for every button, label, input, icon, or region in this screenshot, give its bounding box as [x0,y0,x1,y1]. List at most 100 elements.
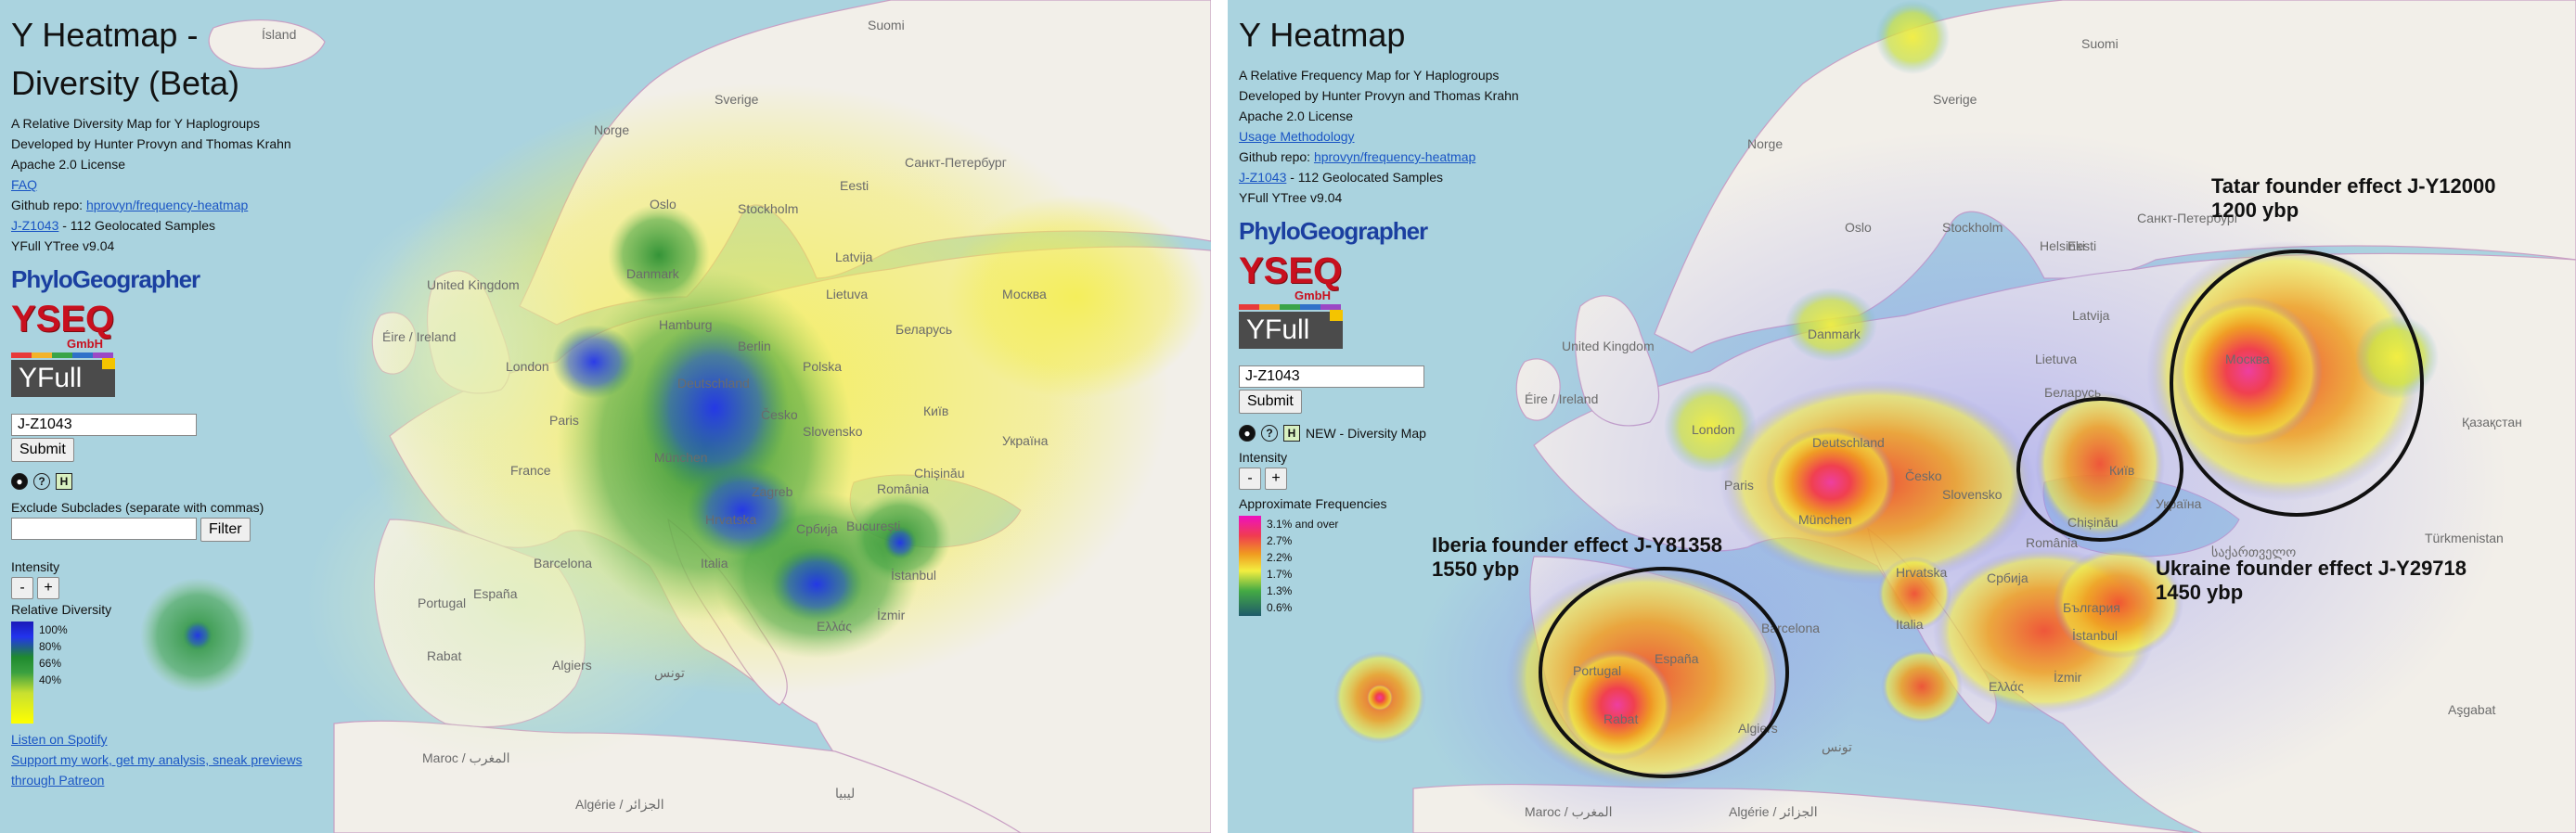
phylogeographer-logo[interactable]: PhyloGeographer [1239,219,1554,252]
label-latvija: Latvija [835,250,873,264]
yseq-stripe [1239,304,1341,310]
new-diversity-map-link[interactable]: NEW - Diversity Map [1306,423,1426,443]
label-paris: Paris [1724,478,1754,493]
phylogeographer-logo-text: PhyloGeographer [1239,217,1428,245]
yseq-stripe [11,352,113,358]
label-espana: España [473,586,518,601]
clade-link[interactable]: J-Z1043 [1239,170,1286,185]
intensity-plus-button[interactable]: + [37,577,59,599]
patreon-link[interactable]: Support my work, get my analysis, sneak … [11,752,303,767]
label-lietuva: Lietuva [2035,352,2077,366]
label-suomi: Suomi [2081,36,2119,51]
subtitle: A Relative Frequency Map for Y Haplogrou… [1239,68,1500,83]
label-munchen: München [1798,512,1852,527]
yseq-logo[interactable]: YSEQ GmbH [1239,252,1554,310]
exclude-subclades-input[interactable] [11,518,197,540]
intensity-minus-button[interactable]: - [1239,468,1261,490]
map-mode-icon[interactable]: H [56,473,72,490]
yfull-logo-text: YFull [19,363,83,393]
label-srbija: Србија [796,521,838,536]
yfull-logo[interactable]: YFull [1239,310,1343,349]
github-link[interactable]: hprovyn/frequency-heatmap [86,198,248,212]
help-icon[interactable]: ? [1261,425,1278,442]
tatar-annotation-line2: 1200 ybp [2211,199,2299,222]
haplogroup-search-input[interactable] [11,414,197,436]
yfull-badge-icon [1330,310,1343,321]
label-eire: Éire / Ireland [382,329,456,344]
ukraine-annotation-line2: 1450 ybp [2156,581,2244,604]
legend-tick: 2.7% [1267,534,1293,547]
tatar-annotation: Tatar founder effect J-Y12000 1200 ybp [2211,174,2495,223]
label-tunis: تونس [654,665,685,681]
label-bucuresti: București [846,519,900,533]
heat-north [1875,0,1950,74]
phylogeographer-logo[interactable]: PhyloGeographer [11,267,327,301]
label-chisinau: Chișinău [2067,515,2118,530]
submit-button[interactable]: Submit [11,438,74,462]
github-link[interactable]: hprovyn/frequency-heatmap [1314,149,1475,164]
label-tunis: تونس [1822,739,1852,755]
label-chisinau: Chișinău [914,466,964,481]
legend-tick: 1.7% [1267,568,1293,581]
map-mode-icon[interactable]: H [1283,425,1300,442]
legend-tick: 0.6% [1267,601,1293,614]
label-moskva: Москва [2225,352,2270,366]
label-polska: Polska [803,359,842,374]
intensity-plus-button[interactable]: + [1265,468,1287,490]
legend-ticks: 3.1% and over 2.7% 2.2% 1.7% 1.3% 0.6% [1267,516,1338,616]
tatar-annotation-line1: Tatar founder effect J-Y12000 [2211,174,2496,198]
label-rabat: Rabat [1604,711,1638,726]
patreon-link-2[interactable]: through Patreon [11,773,104,788]
label-latvija: Latvija [2072,308,2110,323]
diversity-map-panel: Ísland Suomi Sverige Norge Санкт-Петербу… [0,0,1211,833]
heat-tatar-east [2355,315,2439,399]
clade-link[interactable]: J-Z1043 [11,218,58,233]
dark-circle-icon[interactable]: ● [1239,425,1256,442]
label-hamburg: Hamburg [659,317,713,332]
label-moskva: Москва [1002,287,1047,301]
haplogroup-search-input[interactable] [1239,365,1424,388]
heat-south-italy [1881,649,1963,724]
label-ukraina: Україна [1002,433,1049,448]
label-oslo: Oslo [650,197,676,211]
label-norge: Norge [594,122,629,137]
license: Apache 2.0 License [11,157,125,172]
filter-button[interactable]: Filter [200,518,251,542]
frequency-sidebar: Y Heatmap A Relative Frequency Map for Y… [1239,11,1554,616]
dark-circle-icon[interactable]: ● [11,473,28,490]
label-deutschland: Deutschland [1812,435,1885,450]
yseq-gmbh-text: GmbH [1294,288,1331,302]
iberia-annotation: Iberia founder effect J-Y81358 1550 ybp [1432,533,1722,582]
intensity-label: Intensity [11,559,60,574]
ukraine-annotation-line1: Ukraine founder effect J-Y29718 [2156,557,2467,580]
phylogeographer-logo-text: PhyloGeographer [11,265,200,293]
label-danmark: Danmark [626,266,680,281]
legend-tick: 66% [39,657,62,670]
spotify-link[interactable]: Listen on Spotify [11,732,108,747]
diversity-legend: 100% 80% 66% 40% [11,622,327,724]
label-srbija: Србија [1987,570,2029,585]
label-portugal: Portugal [1573,663,1621,678]
yseq-logo[interactable]: YSEQ GmbH [11,301,327,358]
heat-denmark [1784,288,1877,362]
page-title: Y Heatmap [1239,16,1406,54]
submit-button[interactable]: Submit [1239,390,1302,414]
subtitle: A Relative Diversity Map for Y Haplogrou… [11,116,260,131]
faq-link[interactable]: FAQ [11,177,37,192]
methodology-link[interactable]: Usage Methodology [1239,129,1355,144]
tree-version: YFull YTree v9.04 [1239,190,1343,205]
label-belarus: Беларусь [895,322,952,337]
label-ellas: Ελλάς [1989,679,2024,694]
label-izmir: İzmir [877,607,906,622]
label-hrvatska: Hrvatska [1896,565,1947,580]
intensity-minus-button[interactable]: - [11,577,33,599]
heat-blue-austria [687,464,798,557]
yfull-logo[interactable]: YFull [11,358,115,397]
label-zagreb: Zagreb [752,484,793,499]
samples-text: - 112 Geolocated Samples [1286,170,1443,185]
label-portugal: Portugal [418,596,466,610]
help-icon[interactable]: ? [33,473,50,490]
legend-tick: 1.3% [1267,584,1293,597]
github-label: Github repo: [1239,149,1314,164]
label-sverige: Sverige [715,92,759,107]
